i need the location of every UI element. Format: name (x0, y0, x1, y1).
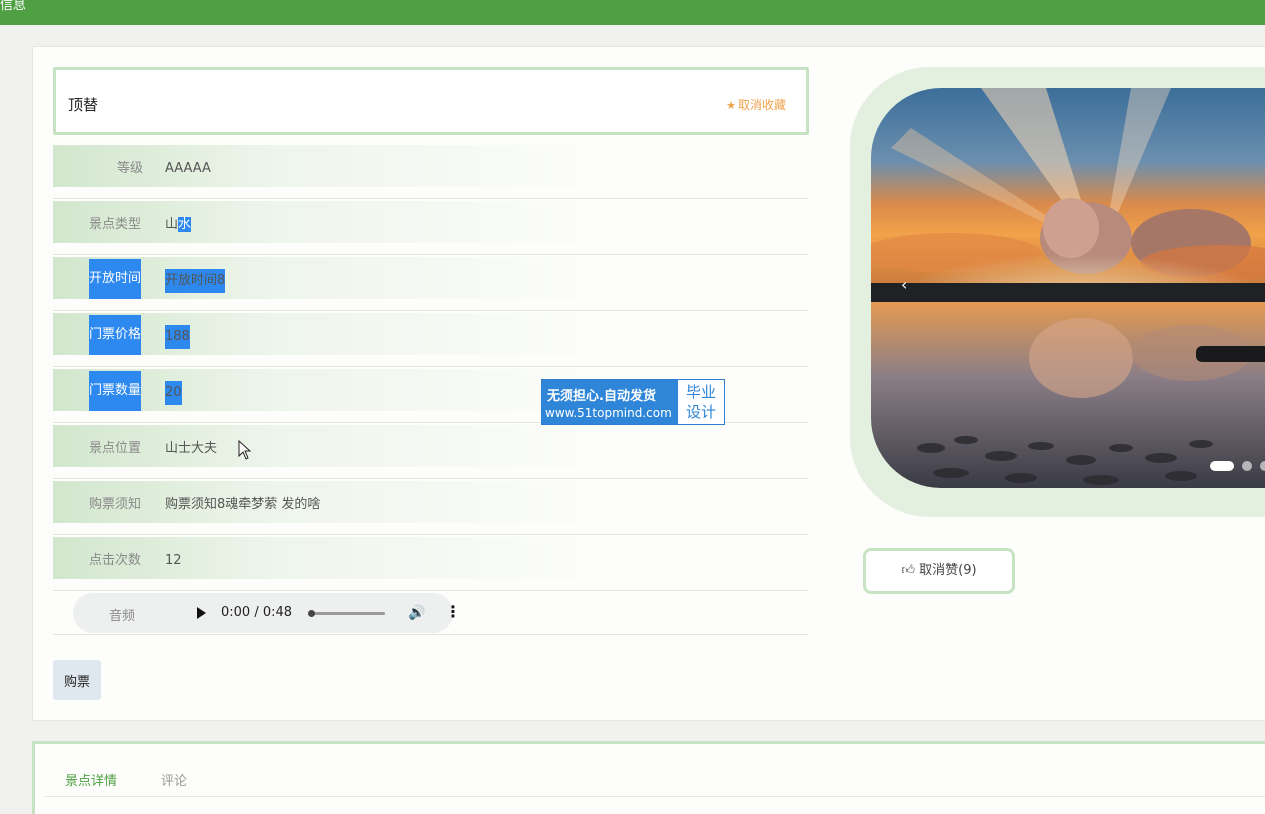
tab-card: 景点详情 评论 (32, 741, 1265, 814)
volume-icon[interactable]: 🔊 (408, 605, 425, 621)
field-value: AAAAA (165, 161, 211, 176)
carousel-prev-icon[interactable]: ‹ (901, 275, 907, 294)
field-value-selected: 水 (178, 217, 192, 232)
field-row-clicks: 点击次数 12 (53, 535, 808, 591)
field-value-plain: 山 (165, 217, 179, 232)
field-label: 门票价格 (89, 315, 142, 355)
field-row-type: 景点类型 山水 (53, 199, 808, 255)
buy-ticket-button[interactable]: 购票 (53, 660, 101, 700)
detail-card: 顶替 ★ 取消收藏 等级 AAAAA 景点类型 山水 开放时间 开放时间8 门票价… (32, 46, 1265, 721)
watermark-right-line-1: 毕业 (685, 383, 716, 401)
watermark-left: 无须担心.自动发货 www.51topmind.com (542, 380, 677, 424)
more-options-icon[interactable]: ⋮ (445, 602, 461, 621)
field-label: 购票须知 (89, 497, 142, 512)
field-label: 景点类型 (89, 217, 142, 232)
field-value: 12 (165, 553, 182, 568)
field-label: 开放时间 (89, 259, 142, 299)
tab-comments[interactable]: 评论 (161, 770, 187, 789)
carousel-dot[interactable] (1210, 461, 1234, 471)
tab-attraction-details[interactable]: 景点详情 (65, 770, 117, 789)
field-value: 20 (165, 381, 182, 405)
audio-seek-knob[interactable] (308, 610, 315, 617)
audio-player: 音频 0:00 / 0:48 🔊 ⋮ (73, 593, 461, 633)
field-value: 山水 (165, 215, 192, 235)
top-bar-title: 信息 (0, 0, 27, 13)
field-value: 购票须知8魂牵梦萦 发的啥 (165, 497, 321, 512)
field-label: 等级 (117, 161, 144, 176)
field-label: 景点位置 (89, 441, 142, 456)
watermark-banner[interactable]: 无须担心.自动发货 www.51topmind.com 毕业 设计 (541, 379, 725, 425)
watermark-right: 毕业 设计 (678, 380, 724, 424)
watermark-line-1: 无须担心.自动发货 (547, 389, 656, 404)
page-title: 顶替 (68, 96, 99, 114)
mouse-cursor-icon (238, 440, 252, 460)
field-label: 门票数量 (89, 371, 142, 411)
field-row-notice: 购票须知 购票须知8魂牵梦萦 发的啥 (53, 479, 808, 535)
unfavorite-label: 取消收藏 (737, 98, 786, 112)
unfavorite-button[interactable]: ★ 取消收藏 (726, 96, 786, 113)
watermark-line-2: www.51topmind.com (545, 406, 672, 420)
unlike-label: 取消赞(9) (919, 563, 977, 578)
field-row-price: 门票价格 188 (53, 311, 808, 367)
field-label: 音频 (109, 609, 136, 624)
audio-seek-slider[interactable] (308, 610, 385, 617)
tab-divider (45, 796, 1265, 797)
field-row-location: 景点位置 山士大夫 (53, 423, 808, 479)
field-value: 188 (165, 325, 190, 349)
carousel-image[interactable] (871, 88, 1265, 488)
audio-time: 0:00 / 0:48 (221, 605, 293, 620)
field-label: 点击次数 (89, 553, 142, 568)
top-bar: 信息 (0, 0, 1265, 25)
field-row-audio: 音频 0:00 / 0:48 🔊 ⋮ (53, 593, 808, 635)
play-icon[interactable] (197, 607, 206, 619)
field-value: 山士大夫 (165, 441, 218, 456)
thumbs-up-icon: 👍︎ (901, 563, 916, 578)
unlike-button[interactable]: 👍︎ 取消赞(9) (863, 548, 1015, 594)
star-icon: ★ (726, 99, 736, 112)
title-box: 顶替 ★ 取消收藏 (53, 67, 809, 135)
carousel-dot[interactable] (1242, 461, 1252, 471)
watermark-right-line-2: 设计 (685, 403, 716, 421)
sunset-lake-photo (871, 88, 1265, 488)
field-row-open-time: 开放时间 开放时间8 (53, 255, 808, 311)
carousel-dot[interactable] (1260, 461, 1265, 471)
field-value: 开放时间8 (165, 269, 226, 293)
field-row-level: 等级 AAAAA (53, 143, 808, 199)
